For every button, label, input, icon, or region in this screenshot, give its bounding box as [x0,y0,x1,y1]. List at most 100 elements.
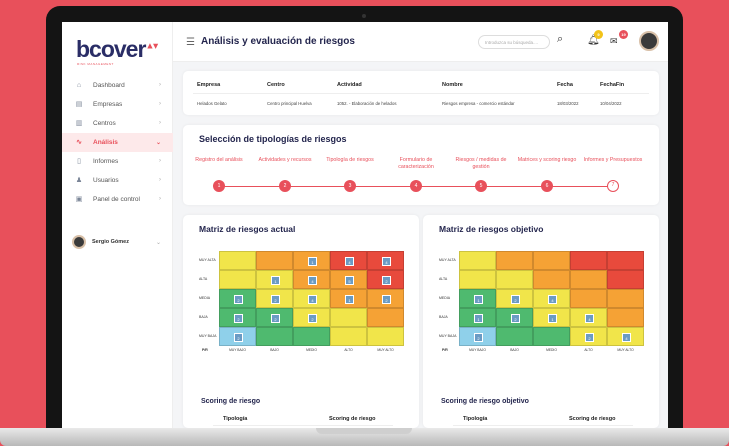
matrix-cell[interactable] [256,251,293,270]
search-input[interactable]: Introduzca su búsqueda.... [478,35,550,49]
risk-count-chip[interactable]: 2 [474,333,483,342]
step-label[interactable]: Informes y Presupuestos [583,157,643,164]
matrix-cell[interactable]: 2 [219,308,256,327]
matrix-cell[interactable] [219,270,256,289]
risk-count-chip[interactable]: 2 [234,314,243,323]
sidebar-item-empresas[interactable]: ▤ Empresas › [62,95,173,114]
matrix-cell[interactable] [330,308,367,327]
step-number[interactable]: 6 [541,180,553,192]
step-label[interactable]: Formulario de caracterización [386,157,446,170]
risk-count-chip[interactable]: 2 [511,295,520,304]
matrix-cell[interactable] [330,327,367,346]
risk-count-chip[interactable]: 1 [548,314,557,323]
matrix-cell[interactable]: 4 [570,308,607,327]
step-label[interactable]: Matrices y scoring riesgo [517,157,577,164]
risk-count-chip[interactable]: 1 [474,314,483,323]
matrix-cell[interactable]: 4 [293,270,330,289]
matrix-cell[interactable] [496,327,533,346]
sidebar-item-usuarios[interactable]: ♟ Usuarios › [62,171,173,190]
risk-count-chip[interactable]: 2 [308,314,317,323]
matrix-cell[interactable]: 2 [496,308,533,327]
matrix-cell[interactable] [570,251,607,270]
sidebar-item-panel-de-control[interactable]: ▣ Panel de control › [62,190,173,209]
user-menu[interactable]: Sergio Gómez ⌄ [72,235,161,249]
risk-count-chip[interactable]: 1 [345,295,354,304]
matrix-cell[interactable]: 4 [533,289,570,308]
risk-count-chip[interactable]: 4 [585,314,594,323]
risk-count-chip[interactable]: 1 [308,257,317,266]
logo[interactable]: bcover▲▾ [76,36,158,63]
matrix-cell[interactable]: 1 [459,308,496,327]
risk-count-chip[interactable]: 2 [382,276,391,285]
matrix-cell[interactable]: 2 [219,289,256,308]
step-number[interactable]: 7 [607,180,619,192]
matrix-cell[interactable] [496,251,533,270]
risk-count-chip[interactable]: 2 [382,295,391,304]
matrix-cell[interactable]: 4 [330,251,367,270]
matrix-cell[interactable]: 5 [330,270,367,289]
matrix-cell[interactable] [533,327,570,346]
matrix-cell[interactable]: 1 [533,308,570,327]
matrix-cell[interactable] [570,289,607,308]
matrix-cell[interactable] [533,251,570,270]
matrix-cell[interactable]: 2 [256,289,293,308]
matrix-cell[interactable]: 1 [459,289,496,308]
matrix-cell[interactable] [293,327,330,346]
matrix-cell[interactable]: 2 [459,327,496,346]
step-label[interactable]: Registro del análisis [189,157,249,164]
step-label[interactable]: Tipología de riesgos [320,157,380,164]
matrix-cell[interactable] [533,270,570,289]
risk-count-chip[interactable]: 2 [271,295,280,304]
matrix-cell[interactable]: 1 [256,270,293,289]
matrix-cell[interactable]: 4 [293,289,330,308]
risk-count-chip[interactable]: 2 [234,295,243,304]
matrix-cell[interactable]: 2 [570,327,607,346]
matrix-cell[interactable]: 2 [219,327,256,346]
risk-count-chip[interactable]: 1 [271,276,280,285]
step-label[interactable]: Actividades y recursos [255,157,315,164]
step-number[interactable]: 5 [475,180,487,192]
risk-count-chip[interactable]: 2 [585,333,594,342]
matrix-cell[interactable]: 2 [367,289,404,308]
matrix-cell[interactable]: 2 [293,308,330,327]
risk-count-chip[interactable]: 1 [474,295,483,304]
matrix-cell[interactable] [219,251,256,270]
step-number[interactable]: 2 [279,180,291,192]
step-number[interactable]: 4 [410,180,422,192]
search-icon[interactable]: ⌕ [557,33,563,46]
matrix-cell[interactable]: 1 [330,289,367,308]
matrix-cell[interactable]: 2 [367,270,404,289]
risk-count-chip[interactable]: 4 [382,257,391,266]
risk-count-chip[interactable]: 4 [548,295,557,304]
matrix-cell[interactable] [256,327,293,346]
step-number[interactable]: 3 [344,180,356,192]
step-number[interactable]: 1 [213,180,225,192]
risk-count-chip[interactable]: 4 [308,276,317,285]
matrix-cell[interactable]: 2 [256,308,293,327]
risk-count-chip[interactable]: 2 [234,333,243,342]
matrix-cell[interactable] [607,270,644,289]
step-label[interactable]: Riesgos / medidas de gestión [451,157,511,170]
matrix-cell[interactable] [607,289,644,308]
hamburger-icon[interactable]: ☰ [186,37,195,48]
risk-count-chip[interactable]: 4 [308,295,317,304]
matrix-cell[interactable] [459,251,496,270]
matrix-cell[interactable] [607,308,644,327]
matrix-cell[interactable]: 1 [293,251,330,270]
sidebar-item-dashboard[interactable]: ⌂ Dashboard › [62,76,173,95]
risk-count-chip[interactable]: 5 [345,276,354,285]
matrix-cell[interactable] [367,327,404,346]
sidebar-item-informes[interactable]: ▯ Informes › [62,152,173,171]
matrix-cell[interactable] [607,251,644,270]
matrix-cell[interactable] [496,270,533,289]
risk-count-chip[interactable]: 4 [622,333,631,342]
mail-icon[interactable]: ✉ [610,36,618,47]
risk-count-chip[interactable]: 2 [511,314,520,323]
avatar[interactable] [639,31,659,51]
risk-count-chip[interactable]: 2 [271,314,280,323]
matrix-cell[interactable]: 2 [496,289,533,308]
risk-count-chip[interactable]: 4 [345,257,354,266]
sidebar-item-análisis[interactable]: ∿ Análisis ⌄ [62,133,173,152]
matrix-cell[interactable]: 4 [607,327,644,346]
sidebar-item-centros[interactable]: ▥ Centros › [62,114,173,133]
